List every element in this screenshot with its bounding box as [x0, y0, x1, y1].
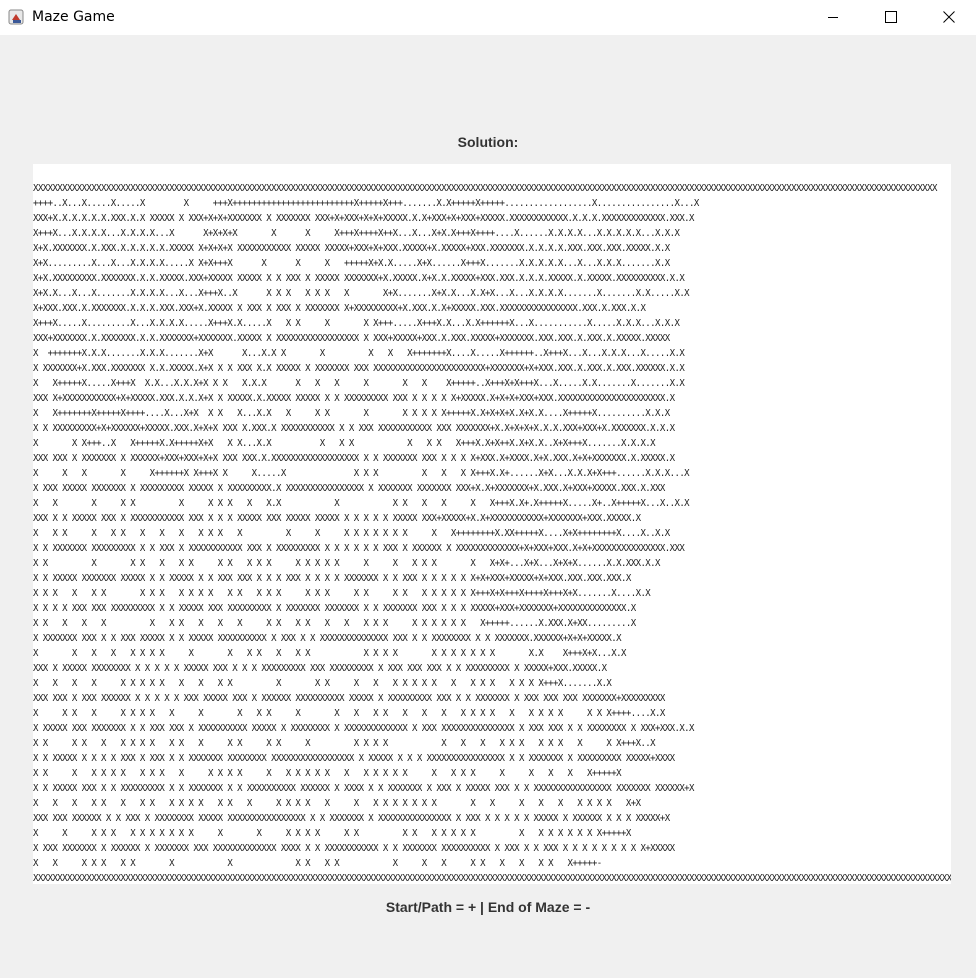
maximize-button[interactable]: [862, 0, 920, 35]
window-title: Maze Game: [32, 9, 115, 25]
legend-label: Start/Path = + | End of Maze = -: [385, 899, 591, 915]
maximize-icon: [885, 8, 897, 27]
window-content: Solution: XXXXXXXXXXXXXXXXXXXXXXXXXXXXXX…: [0, 35, 976, 978]
maze-text-area[interactable]: XXXXXXXXXXXXXXXXXXXXXXXXXXXXXXXXXXXXXXXX…: [33, 164, 951, 884]
maze-solution-text: XXXXXXXXXXXXXXXXXXXXXXXXXXXXXXXXXXXXXXXX…: [33, 183, 951, 884]
close-button[interactable]: [920, 0, 976, 35]
title-bar[interactable]: Maze Game: [0, 0, 976, 35]
solution-label: Solution:: [457, 134, 519, 150]
close-icon: [943, 8, 955, 27]
minimize-icon: [827, 8, 839, 27]
minimize-button[interactable]: [804, 0, 862, 35]
java-cup-icon: [7, 7, 27, 27]
